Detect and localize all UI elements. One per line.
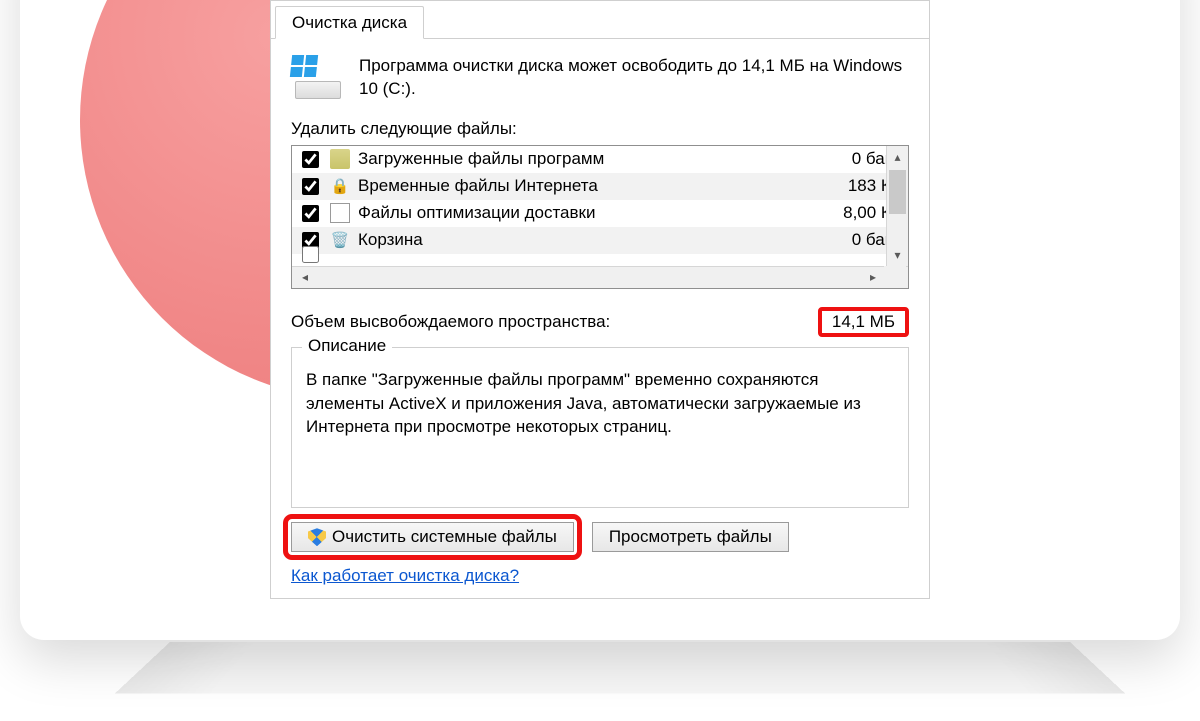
total-space-label: Объем высвобождаемого пространства:	[291, 312, 610, 332]
horizontal-scrollbar[interactable]: ◂ ▸	[292, 266, 908, 288]
list-item[interactable]: Файлы оптимизации доставки 8,00 КБ	[292, 200, 908, 227]
vertical-scrollbar[interactable]: ▴ ▾	[886, 146, 908, 266]
list-item[interactable]: 🗑️ Корзина 0 байт	[292, 227, 908, 254]
button-label: Просмотреть файлы	[609, 527, 772, 547]
item-label: Загруженные файлы программ	[358, 149, 804, 169]
item-label: Файлы оптимизации доставки	[358, 203, 804, 223]
item-checkbox[interactable]	[302, 178, 319, 195]
list-item[interactable]: Загруженные файлы программ 0 байт	[292, 146, 908, 173]
scroll-down-arrow[interactable]: ▾	[887, 244, 908, 266]
recycle-bin-icon: 🗑️	[330, 230, 350, 250]
shield-icon	[308, 528, 326, 546]
folder-icon	[330, 149, 350, 169]
monitor-stand	[115, 642, 1125, 694]
item-label: Корзина	[358, 230, 804, 250]
cleanup-system-files-button[interactable]: Очистить системные файлы	[291, 522, 574, 552]
how-disk-cleanup-works-link[interactable]: Как работает очистка диска?	[291, 566, 519, 586]
scroll-thumb[interactable]	[889, 170, 906, 214]
tab-disk-cleanup[interactable]: Очистка диска	[275, 6, 424, 39]
view-files-button[interactable]: Просмотреть файлы	[592, 522, 789, 552]
total-space-value: 14,1 МБ	[818, 307, 909, 337]
item-checkbox[interactable]	[302, 205, 319, 222]
groupbox-legend: Описание	[302, 336, 392, 356]
lock-icon: 🔒	[330, 176, 350, 196]
description-groupbox: Описание В папке "Загруженные файлы прог…	[291, 347, 909, 508]
item-checkbox[interactable]	[302, 151, 319, 168]
list-item[interactable]: 🔒 Временные файлы Интернета 183 КБ	[292, 173, 908, 200]
list-item[interactable]	[292, 254, 908, 266]
delete-files-label: Удалить следующие файлы:	[291, 119, 909, 139]
scroll-up-arrow[interactable]: ▴	[887, 146, 908, 168]
scroll-right-arrow[interactable]: ▸	[862, 270, 884, 284]
button-label: Очистить системные файлы	[332, 527, 557, 547]
item-label: Временные файлы Интернета	[358, 176, 804, 196]
drive-icon	[291, 55, 345, 99]
item-checkbox[interactable]	[302, 246, 319, 263]
file-categories-list[interactable]: Загруженные файлы программ 0 байт 🔒 Врем…	[291, 145, 909, 289]
summary-text: Программа очистки диска может освободить…	[359, 55, 909, 101]
disk-cleanup-dialog: Очистка диска Программа очистки диска мо…	[270, 0, 930, 599]
document-icon	[330, 203, 350, 223]
description-text: В папке "Загруженные файлы программ" вре…	[306, 368, 894, 439]
tab-strip: Очистка диска	[271, 1, 929, 39]
scroll-left-arrow[interactable]: ◂	[294, 270, 316, 284]
